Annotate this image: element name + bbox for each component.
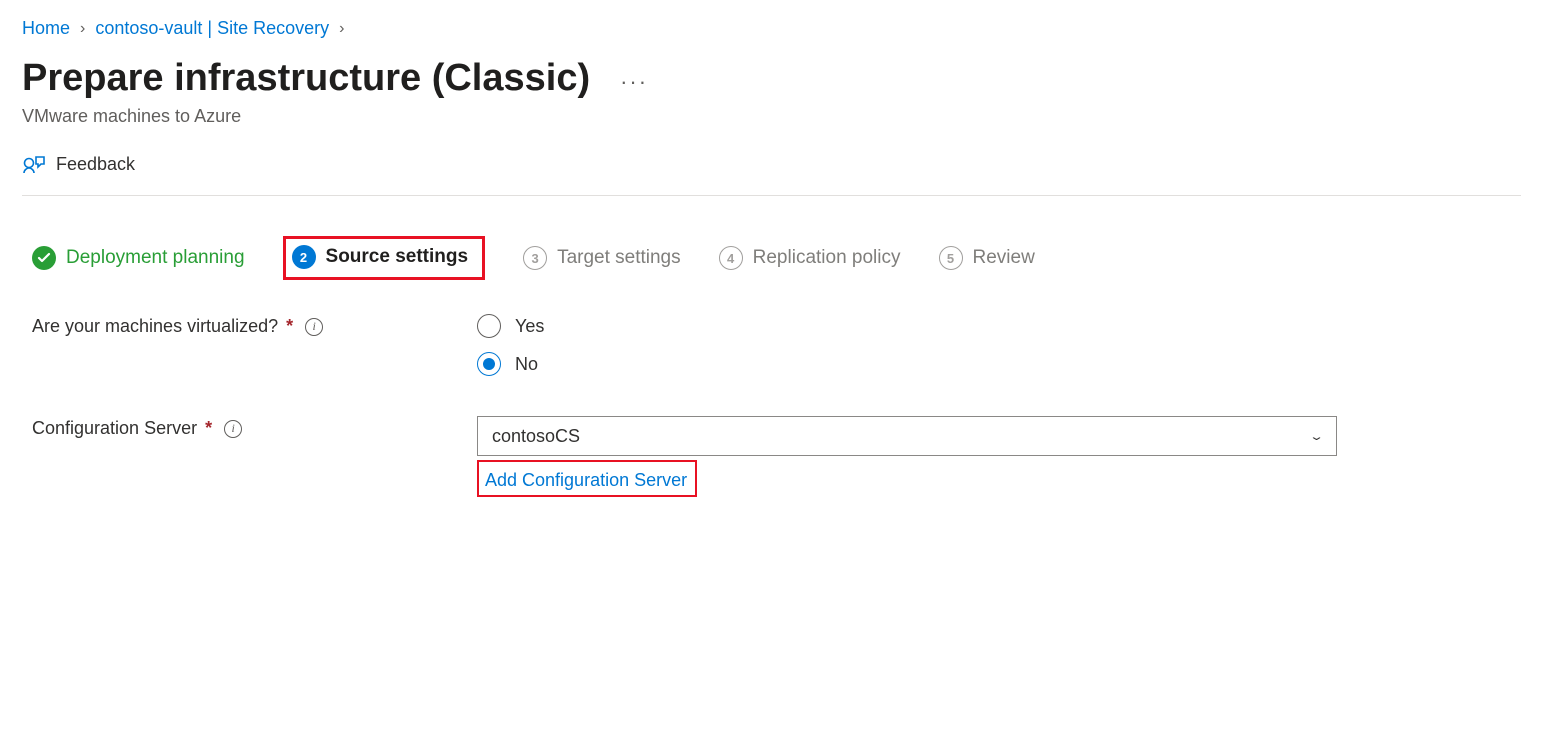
step-label: Review (973, 247, 1035, 269)
chevron-down-icon: ⌄ (1309, 430, 1324, 443)
step-number-icon: 4 (719, 246, 743, 270)
page-subtitle: VMware machines to Azure (22, 106, 1521, 127)
breadcrumb-home[interactable]: Home (22, 18, 70, 39)
feedback-label: Feedback (56, 154, 135, 175)
radio-icon (477, 352, 501, 376)
info-icon[interactable]: i (305, 318, 323, 336)
info-icon[interactable]: i (224, 420, 242, 438)
config-server-label: Configuration Server (32, 418, 197, 439)
breadcrumb-vault[interactable]: contoso-vault | Site Recovery (95, 18, 329, 39)
step-label: Target settings (557, 247, 681, 269)
radio-icon (477, 314, 501, 338)
field-configuration-server: Configuration Server * i contosoCS ⌄ Add… (32, 416, 1521, 497)
step-label: Deployment planning (66, 247, 245, 269)
virtualized-radio-group: Yes No (477, 314, 544, 376)
radio-yes-label: Yes (515, 316, 544, 337)
step-replication-policy[interactable]: 4 Replication policy (719, 246, 901, 270)
chevron-right-icon: › (339, 20, 344, 38)
radio-yes[interactable]: Yes (477, 314, 544, 338)
feedback-button[interactable]: Feedback (22, 153, 135, 175)
page-title: Prepare infrastructure (Classic) (22, 57, 590, 100)
check-icon (32, 246, 56, 270)
step-number-icon: 5 (939, 246, 963, 270)
step-target-settings[interactable]: 3 Target settings (523, 246, 681, 270)
step-source-settings[interactable]: 2 Source settings (283, 236, 486, 280)
feedback-icon (22, 153, 46, 175)
step-number-icon: 2 (292, 245, 316, 269)
radio-no-label: No (515, 354, 538, 375)
config-server-select[interactable]: contosoCS ⌄ (477, 416, 1337, 456)
chevron-right-icon: › (80, 20, 85, 38)
field-virtualized: Are your machines virtualized? * i Yes N… (32, 314, 1521, 376)
page-header: Prepare infrastructure (Classic) ··· (22, 57, 1521, 100)
command-bar: Feedback (22, 153, 1521, 196)
virtualized-label: Are your machines virtualized? (32, 316, 278, 337)
radio-no[interactable]: No (477, 352, 544, 376)
more-actions-button[interactable]: ··· (620, 63, 648, 95)
step-deployment-planning[interactable]: Deployment planning (32, 246, 245, 270)
required-indicator: * (205, 418, 212, 439)
step-review[interactable]: 5 Review (939, 246, 1035, 270)
step-number-icon: 3 (523, 246, 547, 270)
step-label: Source settings (326, 246, 469, 268)
breadcrumb: Home › contoso-vault | Site Recovery › (22, 18, 1521, 39)
add-config-server-link[interactable]: Add Configuration Server (485, 470, 687, 491)
wizard-stepper: Deployment planning 2 Source settings 3 … (32, 236, 1521, 280)
step-label: Replication policy (753, 247, 901, 269)
config-server-value: contosoCS (492, 426, 580, 447)
required-indicator: * (286, 316, 293, 337)
